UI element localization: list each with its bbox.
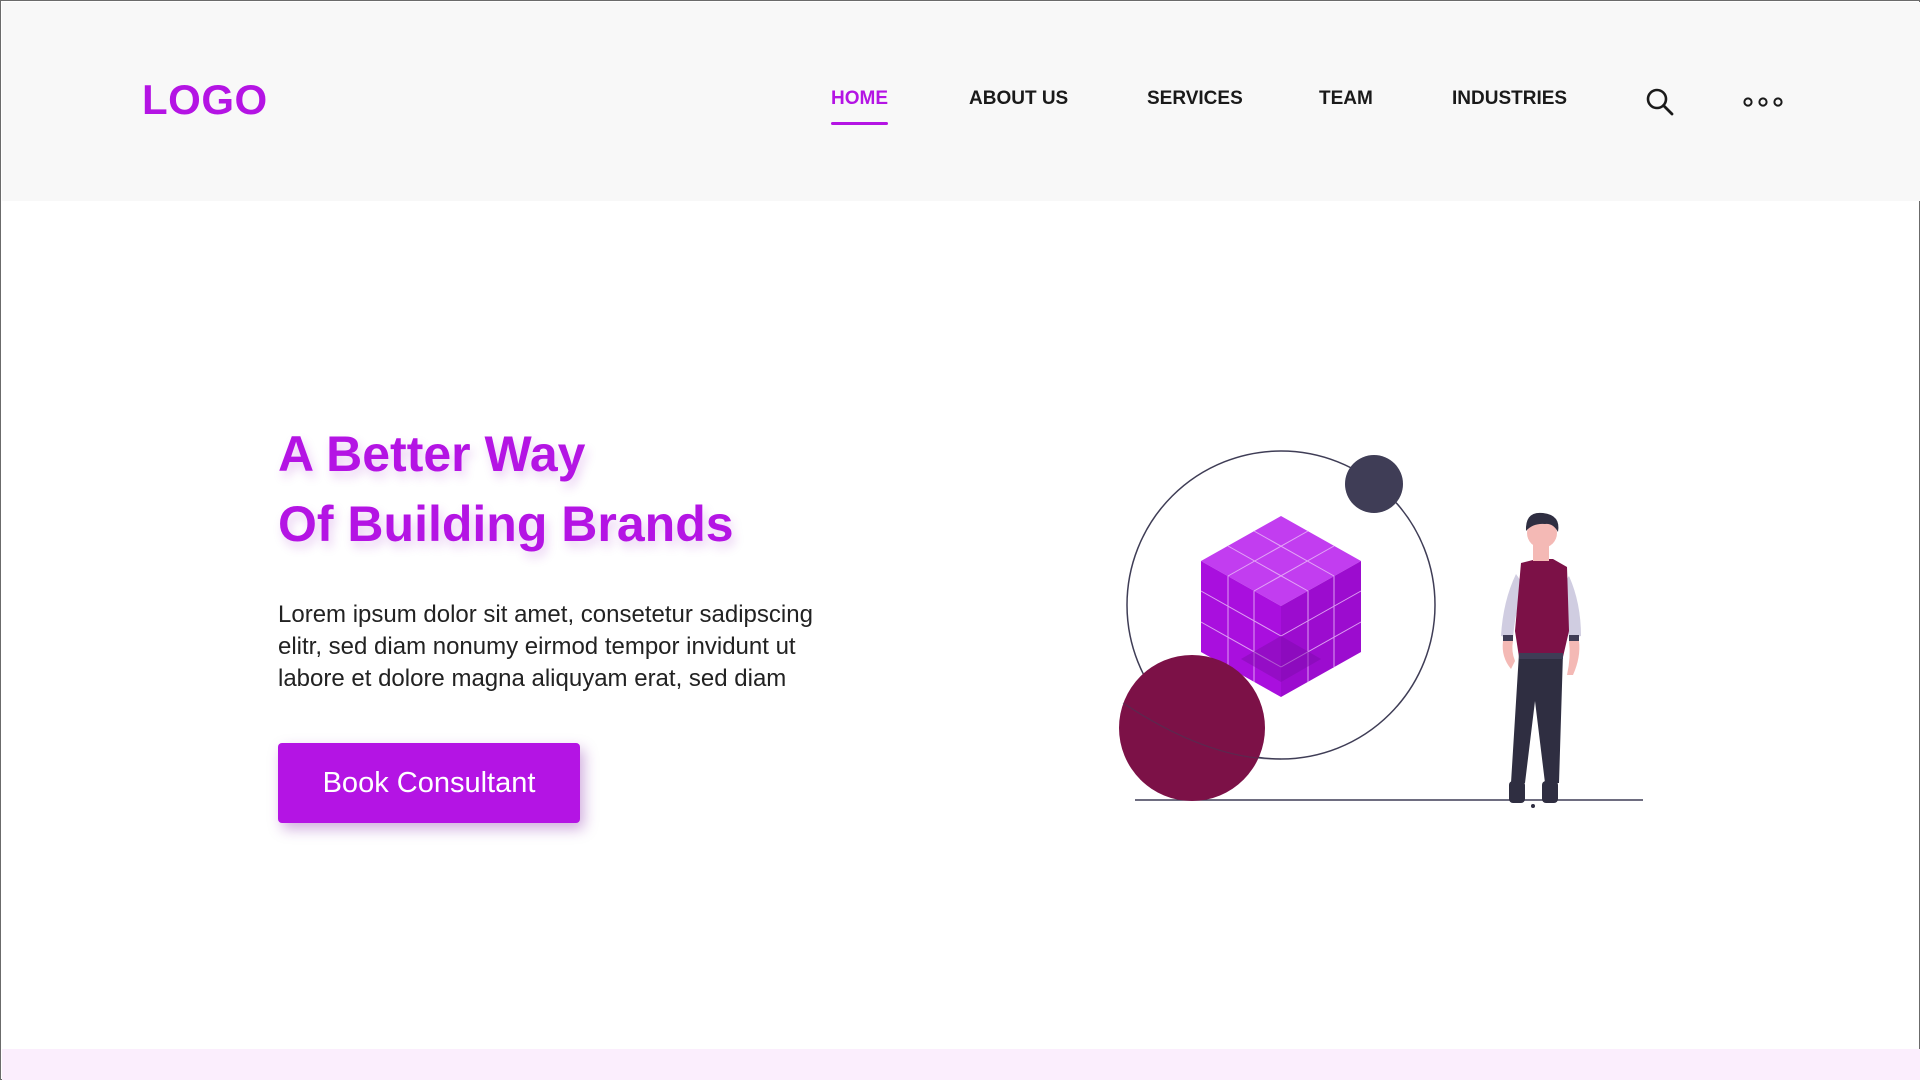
site-header: LOGO HOME ABOUT US SERVICES TEAM INDUSTR… (2, 2, 1920, 201)
nav-services[interactable]: SERVICES (1147, 88, 1243, 110)
nav-industries[interactable]: INDUSTRIES (1452, 88, 1567, 110)
page-frame: LOGO HOME ABOUT US SERVICES TEAM INDUSTR… (0, 0, 1920, 1080)
nav-home[interactable]: HOME (831, 88, 888, 125)
footer-band (2, 1049, 1920, 1080)
hero-title: A Better Way Of Building Brands (278, 419, 734, 559)
nav-about-us[interactable]: ABOUT US (969, 88, 1068, 110)
nav-team[interactable]: TEAM (1319, 88, 1373, 110)
person-figure (1501, 512, 1581, 808)
hero-illustration (1119, 450, 1643, 808)
hero-description-line: elitr, sed diam nonumy eirmod tempor inv… (278, 633, 796, 660)
main-nav: HOME ABOUT US SERVICES TEAM INDUSTRIES (2, 88, 1920, 128)
maroon-sphere (1119, 655, 1265, 801)
search-icon[interactable] (1645, 87, 1675, 117)
book-consultant-button[interactable]: Book Consultant (278, 743, 580, 823)
small-orb (1345, 455, 1403, 513)
hero-description-line: labore et dolore magna aliquyam erat, se… (278, 665, 787, 692)
hero-description: Lorem ipsum dolor sit amet, consetetur s… (278, 599, 918, 695)
more-options-icon[interactable] (1743, 94, 1783, 110)
hero-title-line: Of Building Brands (278, 496, 734, 552)
hero-title-line: A Better Way (278, 426, 586, 482)
hero-description-line: Lorem ipsum dolor sit amet, consetetur s… (278, 601, 813, 628)
